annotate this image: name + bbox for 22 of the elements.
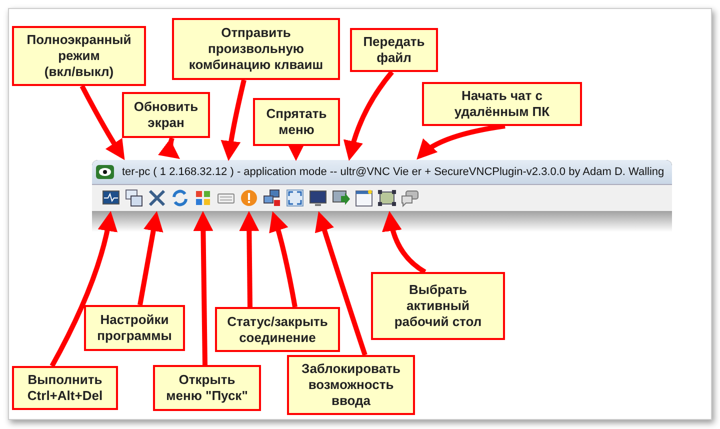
callout-label: Обновить экран (122, 92, 210, 138)
network-icon[interactable] (262, 188, 282, 208)
screen-select-icon[interactable] (377, 188, 397, 208)
callout-label: Настройки программы (84, 305, 185, 351)
monitor-icon[interactable] (308, 188, 328, 208)
callout-label: Статус/закрыть соединение (215, 307, 340, 352)
chat-bubbles-icon[interactable] (400, 188, 420, 208)
callout-label: Открыть меню "Пуск" (153, 365, 261, 411)
eye-icon (96, 165, 114, 179)
callout-label: Отправить произвольную комбинацию клваиш (172, 18, 340, 80)
window-title: ter-pc ( 1 2.168.32.12 ) - application mode -- ultr@VNC Vie er + SecureVNCPlugin-v2.3.0.0 by Adam D. Walling (122, 164, 664, 180)
callout-label: Выполнить Ctrl+Alt+Del (12, 366, 118, 410)
callout-label: Начать чат с удалённым ПК (422, 82, 582, 126)
callout-label: Полноэкранный режим (вкл/выкл) (12, 26, 146, 86)
callout-label: Спрятать меню (253, 98, 340, 146)
callout-label: Выбрать активный рабочий стол (371, 272, 505, 340)
callout-label: Заблокировать возможность ввода (287, 355, 415, 415)
callout-label: Передать файл (350, 28, 438, 72)
fullscreen-icon[interactable] (285, 188, 305, 208)
refresh-icon[interactable] (170, 188, 190, 208)
windows-icon[interactable] (124, 188, 144, 208)
window-icon[interactable] (354, 188, 374, 208)
